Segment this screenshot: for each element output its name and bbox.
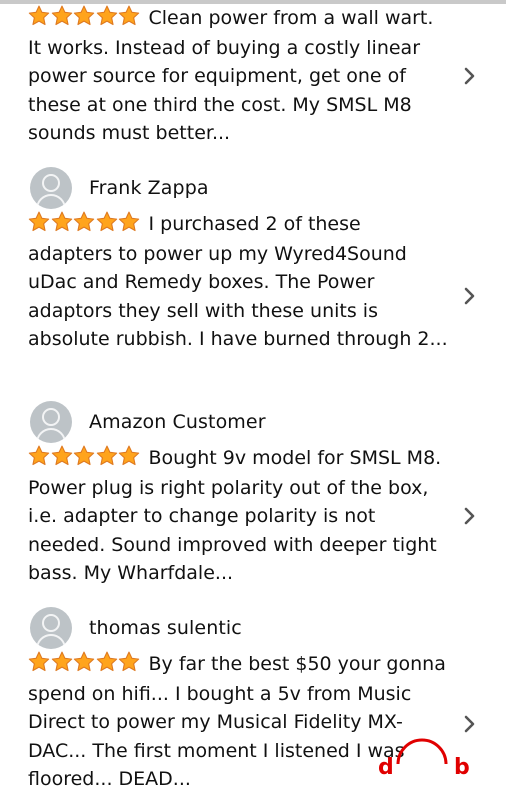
chevron-right-icon[interactable] [462,286,478,306]
star-icon [96,5,118,26]
svg-text:b: b [454,755,470,776]
star-icon [118,445,140,466]
reviewer: Frank Zappa [30,166,209,210]
headphones-logo-icon: d b [378,736,474,780]
review-card[interactable]: Frank Zappa I purchased 2 of these adapt… [0,164,506,390]
star-icon [73,445,95,466]
star-icon [73,5,95,26]
review-text-block: I purchased 2 of these adapters to power… [28,210,448,353]
chevron-right-icon[interactable] [462,714,478,734]
star-icon [96,211,118,232]
star-icon [51,5,73,26]
reviewer: Amazon Customer [30,400,266,444]
star-icon [28,5,50,26]
user-avatar-icon [30,401,72,443]
chevron-right-icon[interactable] [462,66,478,86]
review-card[interactable]: Clean power from a wall wart. It works. … [0,0,506,160]
star-rating [28,445,141,474]
star-rating [28,211,141,240]
reviewer-name: Amazon Customer [89,411,266,433]
star-icon [28,651,50,672]
reviewer-name: thomas sulentic [89,617,242,639]
reviewer: thomas sulentic [30,606,242,650]
star-icon [51,445,73,466]
svg-text:d: d [378,755,394,776]
review-text-block: Bought 9v model for SMSL M8. Power plug … [28,444,448,587]
chevron-right-icon[interactable] [462,506,478,526]
star-rating [28,5,141,34]
review-card[interactable]: Amazon Customer Bought 9v model for SMSL… [0,398,506,596]
star-icon [73,211,95,232]
star-icon [51,211,73,232]
star-icon [118,651,140,672]
star-icon [96,651,118,672]
review-text-block: Clean power from a wall wart. It works. … [28,4,448,147]
reviewer-name: Frank Zappa [89,177,209,199]
star-icon [96,445,118,466]
user-avatar-icon [30,167,72,209]
star-rating [28,651,141,680]
star-icon [73,651,95,672]
star-icon [51,651,73,672]
star-icon [28,211,50,232]
star-icon [118,5,140,26]
star-icon [28,445,50,466]
star-icon [118,211,140,232]
user-avatar-icon [30,607,72,649]
